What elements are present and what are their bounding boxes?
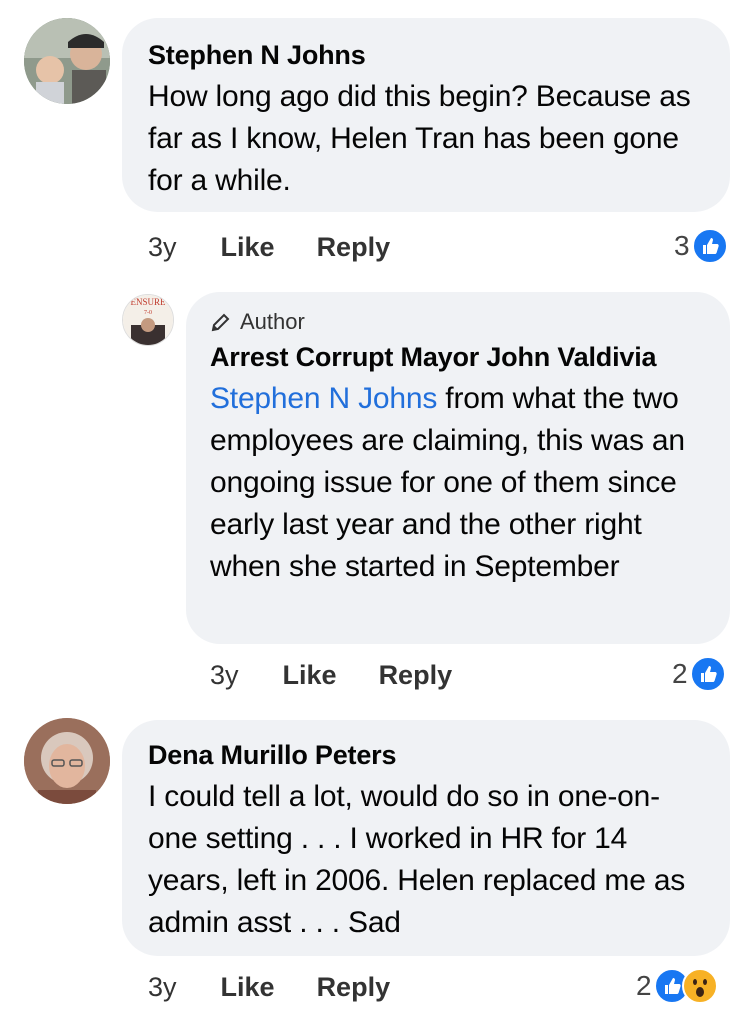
mention-link[interactable]: Stephen N Johns <box>210 382 437 415</box>
avatar-text: ENSURE <box>130 297 166 307</box>
like-icon <box>689 656 726 692</box>
reaction-summary[interactable]: 2 <box>636 968 718 1004</box>
reaction-count: 2 <box>636 970 652 1001</box>
reaction-count: 3 <box>674 230 690 261</box>
timestamp[interactable]: 3y <box>210 660 239 691</box>
timestamp[interactable]: 3y <box>148 972 177 1003</box>
author-name[interactable]: Dena Murillo Peters <box>148 738 704 772</box>
comment-bubble: Author Arrest Corrupt Mayor John Valdivi… <box>186 292 730 644</box>
reaction-summary[interactable]: 3 <box>674 228 728 264</box>
comment-bubble: Stephen N Johns How long ago did this be… <box>122 18 730 212</box>
pencil-icon <box>211 313 230 332</box>
comment-text: I could tell a lot, would do so in one-o… <box>148 780 686 939</box>
reply-button[interactable]: Reply <box>379 660 453 691</box>
comment-thread: Stephen N Johns How long ago did this be… <box>0 0 752 1024</box>
like-button[interactable]: Like <box>221 232 275 263</box>
like-button[interactable]: Like <box>221 972 275 1003</box>
page-profile-photo: ENSURE 7-0 <box>123 295 173 345</box>
comment-text: Stephen N Johns from what the two employ… <box>210 378 706 588</box>
profile-photo <box>24 18 110 104</box>
timestamp[interactable]: 3y <box>148 232 177 263</box>
comment-actions: 3y Like Reply <box>148 232 390 263</box>
avatar[interactable] <box>24 18 110 104</box>
like-button[interactable]: Like <box>283 660 337 691</box>
author-name[interactable]: Arrest Corrupt Mayor John Valdivia <box>210 340 706 374</box>
author-badge: Author <box>210 308 706 336</box>
avatar[interactable] <box>24 718 110 804</box>
comment-actions: 3y Like Reply <box>148 972 390 1003</box>
comment-actions: 3y Like Reply <box>210 660 452 691</box>
reply-button[interactable]: Reply <box>317 232 391 263</box>
author-name[interactable]: Stephen N Johns <box>148 38 704 72</box>
like-icon <box>691 228 728 264</box>
comment-text: How long ago did this begin? Because as … <box>148 80 691 197</box>
reaction-summary[interactable]: 2 <box>672 656 726 692</box>
profile-photo <box>24 718 110 804</box>
author-badge-label: Author <box>240 309 305 334</box>
comment-bubble: Dena Murillo Peters I could tell a lot, … <box>122 720 730 956</box>
svg-text:7-0: 7-0 <box>144 310 152 316</box>
reaction-count: 2 <box>672 658 688 689</box>
avatar[interactable]: ENSURE 7-0 <box>122 294 174 346</box>
reply-button[interactable]: Reply <box>317 972 391 1003</box>
wow-icon <box>681 968 718 1004</box>
